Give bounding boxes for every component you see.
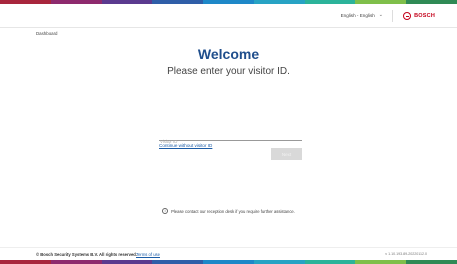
terms-of-use-link[interactable]: Terms of use — [136, 252, 160, 257]
assistance-notice: i Please contact our reception desk if y… — [0, 208, 457, 214]
header-divider — [392, 10, 393, 22]
language-selector[interactable]: English - English ⌄ — [341, 12, 383, 18]
page-title: Welcome — [197, 46, 260, 62]
info-icon: i — [162, 208, 169, 214]
copyright-text: © Bosch Security Systems B.V. All rights… — [36, 252, 137, 257]
stripe-segment — [253, 260, 305, 264]
bottom-color-stripe — [0, 260, 457, 264]
chevron-down-icon: ⌄ — [378, 12, 383, 18]
stripe-segment — [50, 260, 102, 264]
stripe-segment — [355, 260, 407, 264]
stripe-segment — [304, 260, 356, 264]
bosch-armature-icon — [403, 12, 412, 20]
stripe-segment — [203, 260, 254, 264]
bosch-logo: BOSCH — [403, 12, 435, 20]
continue-without-id-link[interactable]: Continue without visitor ID — [159, 143, 212, 148]
version-text: v 1.10.193.89-20220112.0 — [385, 252, 427, 256]
page-subtitle: Please enter your visitor ID. — [167, 66, 290, 77]
stripe-segment — [406, 260, 457, 264]
stripe-segment — [152, 260, 204, 264]
stripe-segment — [0, 260, 51, 264]
next-button[interactable]: Next — [271, 148, 302, 160]
header: English - English ⌄ BOSCH — [0, 4, 457, 28]
visitor-id-field[interactable] — [159, 130, 302, 147]
language-label: English - English — [340, 12, 375, 18]
logo-text: BOSCH — [414, 13, 435, 19]
breadcrumb[interactable]: Dashboard — [36, 31, 57, 36]
notice-text: Please contact our reception desk if you… — [171, 208, 295, 214]
stripe-segment — [101, 260, 153, 264]
footer-divider — [0, 247, 457, 248]
